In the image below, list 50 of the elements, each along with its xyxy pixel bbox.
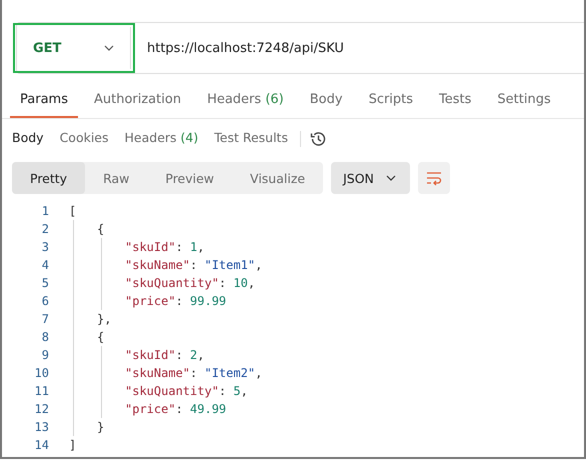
code-line: { [96,222,104,236]
code-line: ] [68,438,76,452]
history-icon[interactable] [308,130,327,148]
response-tab[interactable]: Body [4,127,52,150]
code-line: "skuId": 1, [124,240,204,254]
line-number: 1 [40,204,49,218]
request-tab[interactable]: Headers (6) [197,84,294,118]
code-line: "price": 99.99 [124,294,226,308]
request-tab[interactable]: Tests [429,84,482,118]
line-number: 14 [34,438,49,452]
response-tab[interactable]: Headers (4) [116,127,206,150]
line-number: 7 [40,312,49,326]
response-tab[interactable]: Test Results [206,127,296,150]
line-number: 3 [40,240,49,254]
line-number: 5 [40,276,49,290]
caret-icon [104,45,114,51]
request-tab[interactable]: Settings [487,84,561,118]
request-tab[interactable]: Authorization [84,84,192,118]
view-mode-tab[interactable]: Visualize [232,162,324,194]
line-number: 6 [40,294,49,308]
line-number: 8 [40,330,49,344]
line-number: 12 [34,402,49,416]
wrap-lines-button[interactable] [418,162,450,194]
response-tab[interactable]: Cookies [52,127,117,150]
code-line: "skuName": "Item2", [124,366,262,380]
code-line: }, [96,312,112,326]
view-mode-tab[interactable]: Preview [147,162,232,194]
code-line: "price": 49.99 [124,402,226,416]
url-field[interactable]: https://localhost:7248/api/SKU [135,40,344,56]
code-line: "skuId": 2, [124,348,204,362]
line-number: 11 [34,384,49,398]
wrap-icon [424,170,443,186]
code-line: } [96,420,104,434]
line-number: 10 [34,366,49,380]
request-tab[interactable]: Body [300,84,353,118]
code-line: [ [68,204,76,218]
line-number: 4 [40,258,49,272]
code-line: "skuQuantity": 10, [124,276,256,290]
line-number: 9 [40,348,49,362]
code-line: { [96,330,104,344]
code-line: "skuName": "Item1", [124,258,262,272]
view-mode-tab[interactable]: Raw [85,162,148,194]
view-mode-tab[interactable]: Pretty [12,162,86,194]
request-tab[interactable]: Scripts [358,84,424,118]
code-line: "skuQuantity": 5, [124,384,248,398]
line-number: 2 [40,222,49,236]
format-dropdown[interactable]: JSON [331,162,410,194]
request-tab[interactable]: Params [10,84,78,118]
line-number: 13 [34,420,49,434]
caret-icon [386,175,396,181]
